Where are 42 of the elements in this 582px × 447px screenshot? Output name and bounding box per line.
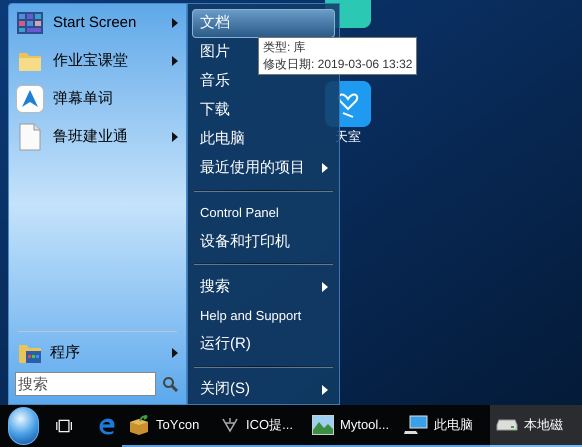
package-icon bbox=[128, 415, 150, 435]
app-icon bbox=[16, 85, 44, 113]
programs-folder-icon bbox=[18, 342, 42, 364]
submenu-arrow-icon bbox=[172, 348, 178, 358]
submenu-arrow-icon bbox=[322, 282, 328, 292]
submenu-arrow-icon bbox=[172, 56, 178, 66]
menu-item[interactable]: Help and Support bbox=[192, 301, 335, 330]
submenu-arrow-icon bbox=[322, 384, 328, 395]
taskbar-item[interactable]: ICO提... bbox=[214, 405, 306, 447]
taskbar-item[interactable]: Mytool... bbox=[306, 405, 398, 447]
menu-item[interactable]: 文档 bbox=[192, 9, 335, 38]
drive-icon bbox=[496, 419, 518, 431]
tooltip-text: 类型: 库 bbox=[263, 39, 307, 56]
landscape-icon bbox=[312, 415, 334, 435]
start-orb-button[interactable] bbox=[8, 407, 40, 445]
taskbar-item[interactable]: ToYcon bbox=[122, 405, 214, 447]
tiles-icon bbox=[17, 12, 43, 34]
menu-item[interactable]: 下载 bbox=[192, 96, 335, 125]
search-field[interactable]: 搜索 bbox=[15, 372, 156, 396]
search-icon[interactable] bbox=[162, 376, 178, 392]
program-item[interactable]: 弹幕单词 bbox=[9, 80, 186, 118]
all-programs-item[interactable]: 程序 bbox=[9, 338, 186, 368]
submenu-arrow-icon bbox=[172, 18, 178, 28]
submenu-arrow-icon bbox=[322, 163, 328, 174]
tooltip-text: 修改日期: 2019-03-06 13:32 bbox=[263, 56, 412, 73]
program-item[interactable]: 作业宝课堂 bbox=[9, 42, 186, 80]
menu-item[interactable]: 此电脑 bbox=[192, 124, 335, 154]
menu-item[interactable]: 最近使用的项目 bbox=[192, 154, 335, 183]
computer-icon bbox=[404, 415, 428, 435]
program-item[interactable]: Start Screen bbox=[9, 4, 186, 42]
menu-item[interactable]: 关闭(S) bbox=[192, 375, 335, 404]
taskbar-item[interactable]: 本地磁 bbox=[490, 405, 582, 447]
emblem-icon bbox=[220, 415, 240, 435]
submenu-arrow-icon bbox=[172, 132, 178, 142]
task-view-icon[interactable] bbox=[56, 418, 72, 434]
program-item[interactable]: 鲁班建业通 bbox=[9, 118, 186, 156]
file-icon bbox=[19, 123, 41, 151]
menu-item[interactable]: Control Panel bbox=[192, 198, 335, 228]
folder-icon bbox=[18, 50, 42, 72]
menu-item[interactable]: 搜索 bbox=[192, 272, 335, 302]
menu-item[interactable]: 运行(R) bbox=[192, 330, 335, 360]
menu-item[interactable]: 设备和打印机 bbox=[192, 227, 335, 256]
